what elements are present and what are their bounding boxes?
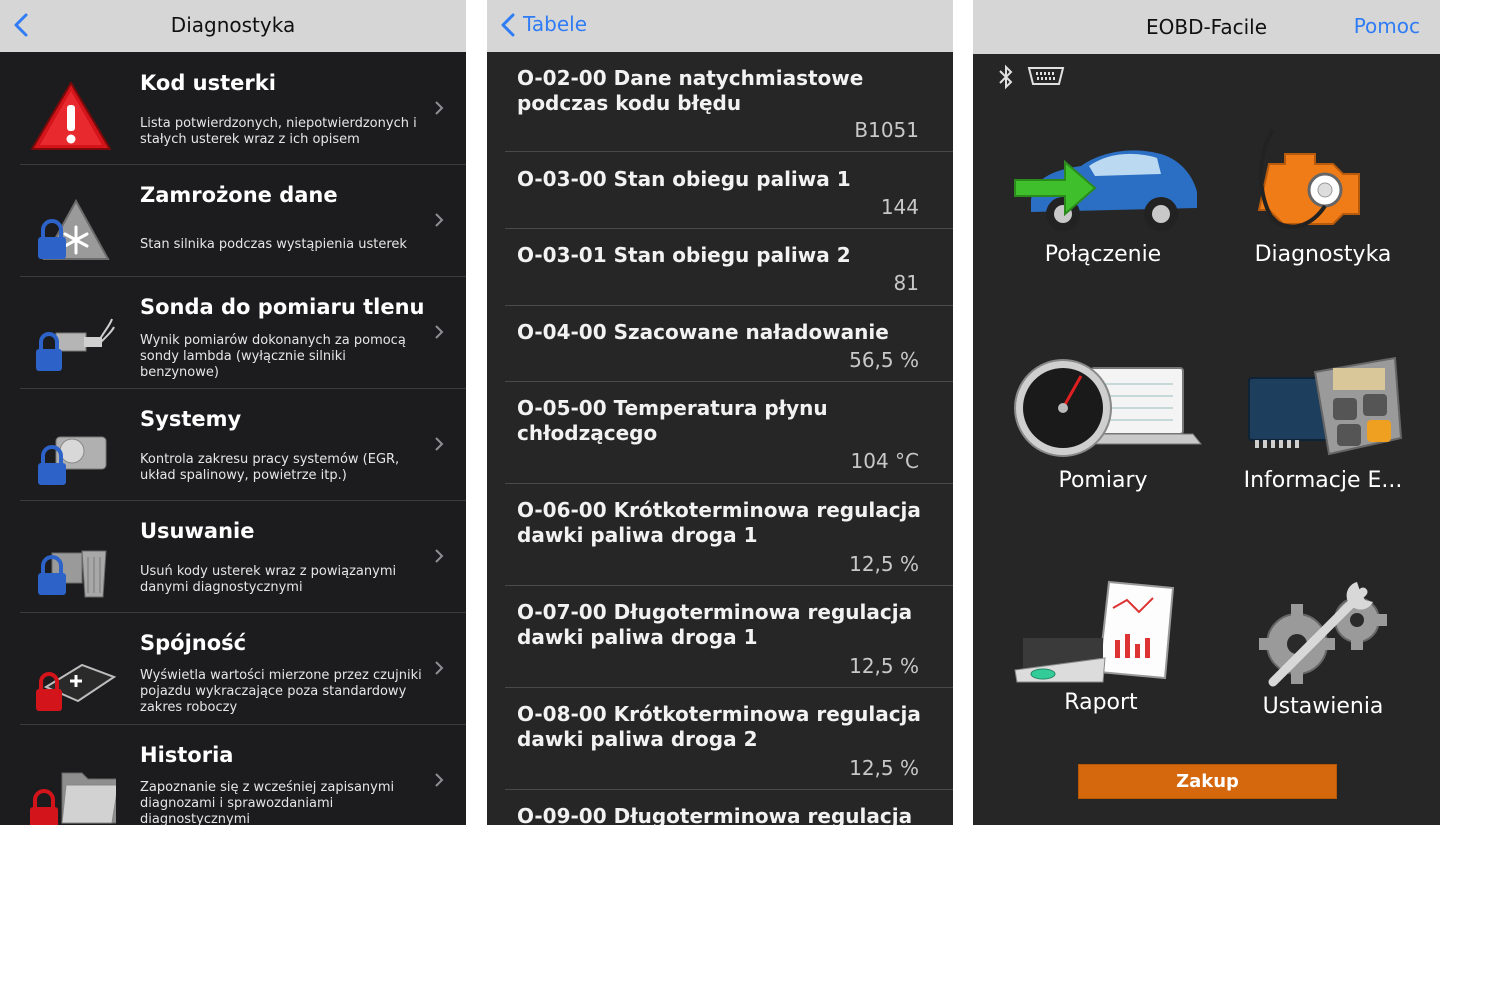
table-row[interactable]: O-05-00 Temperatura płynu chłodzącego 10… [487,382,953,484]
row-title: O-04-00 Szacowane naładowanie [517,320,889,344]
row-value: 12,5 % [849,654,919,678]
item-title: Sonda do pomiaru tlenu [140,295,425,319]
back-button[interactable]: Tabele [523,0,587,48]
row-title: O-03-00 Stan obiegu paliwa 1 [517,167,851,191]
item-description: Kontrola zakresu pracy systemów (EGR, uk… [140,452,400,483]
nav-bar: EOBD-Facile Pomoc [973,0,1440,54]
list-item-fault-code[interactable]: Kod usterki Lista potwierdzonych, niepot… [0,53,466,165]
list-item-consistency[interactable]: Spójność Wyświetla wartości mierzone prz… [0,613,466,725]
chevron-right-icon [435,549,444,563]
history-folder-icon [30,772,116,825]
row-value: 12,5 % [849,552,919,576]
list-item-oxygen-sensor[interactable]: Sonda do pomiaru tlenu Wynik pomiarów do… [0,277,466,389]
tile-label: Pomiary [1058,468,1148,493]
row-title: O-08-00 Krótkoterminowa regulacja dawki … [517,702,921,751]
item-title: Kod usterki [140,71,276,95]
tile-report[interactable]: Raport [1001,572,1201,722]
tile-label: Diagnostyka [1254,242,1392,267]
row-value: 144 [880,195,919,219]
tile-connection[interactable]: Połączenie [1003,120,1203,280]
table-row[interactable]: O-02-00 Dane natychmiastowe podczas kodu… [487,52,953,152]
row-value: 81 [893,271,919,295]
divider [505,151,953,152]
item-title: Systemy [140,407,242,431]
table-row[interactable]: O-03-00 Stan obiegu paliwa 1 144 [487,153,953,229]
tile-label: Połączenie [1044,242,1162,267]
warning-icon [31,82,111,150]
row-title: O-03-01 Stan obiegu paliwa 2 [517,243,851,267]
tile-ecu-info[interactable]: Informacje E... [1223,350,1423,510]
chevron-right-icon [435,661,444,675]
tables-screen: Tabele O-02-00 Dane natychmiastowe podcz… [487,0,953,825]
item-description: Lista potwierdzonych, niepotwierdzonych … [140,116,417,147]
tile-measurements[interactable]: Pomiary [1003,350,1203,510]
item-description: Wyświetla wartości mierzone przez czujni… [140,668,422,715]
ecu-calculator-icon [1248,356,1403,456]
chevron-right-icon [435,325,444,339]
list-item-history[interactable]: Historia Zapoznanie się z wcześniej zapi… [0,725,466,825]
tile-label: Informacje E... [1243,468,1403,493]
obd-connector-icon [1027,67,1065,85]
oxygen-sensor-icon [36,318,115,371]
table-row[interactable]: O-09-00 Długoterminowa regulacja [487,790,953,825]
tile-diagnostics[interactable]: Diagnostyka [1223,120,1423,280]
item-description: Wynik pomiarów dokonanych za pomocą sond… [140,333,406,380]
table-row[interactable]: O-03-01 Stan obiegu paliwa 2 81 [487,229,953,306]
bluetooth-icon [999,64,1013,90]
engine-diagnostic-icon [1257,128,1360,229]
row-title: O-02-00 Dane natychmiastowe podczas kodu… [517,66,864,115]
item-title: Spójność [140,631,247,655]
table-row[interactable]: O-08-00 Krótkoterminowa regulacja dawki … [487,688,953,790]
table-row[interactable]: O-04-00 Szacowane naładowanie 56,5 % [487,306,953,382]
item-title: Usuwanie [140,519,255,543]
help-button[interactable]: Pomoc [1354,0,1420,52]
systems-icon [38,436,107,485]
row-value: 104 °C [850,449,920,473]
chevron-right-icon [435,437,444,451]
nav-bar: Diagnostyka [0,0,466,52]
item-description: Zapoznanie się z wcześniej zapisanymi di… [140,780,395,825]
clear-codes-icon [38,550,107,598]
chevron-right-icon [435,213,444,227]
row-value: 12,5 % [849,756,919,780]
table-row[interactable]: O-06-00 Krótkoterminowa regulacja dawki … [487,484,953,586]
item-title: Historia [140,743,234,767]
list-item-systems[interactable]: Systemy Kontrola zakresu pracy systemów … [0,389,466,501]
table-row[interactable]: O-07-00 Długoterminowa regulacja dawki p… [487,586,953,688]
freeze-frame-icon [38,198,110,260]
row-title: O-09-00 Długoterminowa regulacja [517,804,913,825]
gears-wrench-icon [1259,582,1387,687]
item-description: Stan silnika podczas wystąpienia usterek [140,237,407,252]
row-value: B1051 [854,118,919,142]
list-item-clear-codes[interactable]: Usuwanie Usuń kody usterek wraz z powiąz… [0,501,466,613]
row-title: O-06-00 Krótkoterminowa regulacja dawki … [517,498,921,547]
diagnostics-screen: Diagnostyka Kod usterki Lista potwierdzo… [0,0,466,825]
item-description: Usuń kody usterek wraz z powiązanymi dan… [140,564,397,595]
consistency-icon [36,663,116,711]
item-title: Zamrożone dane [140,183,338,207]
printer-report-icon [1014,580,1175,683]
page-title: Diagnostyka [170,13,296,37]
home-screen: EOBD-Facile Pomoc Połączenie Diagnostyka [973,0,1440,825]
chevron-right-icon [435,773,444,787]
gauge-laptop-icon [1014,359,1203,457]
back-chevron-icon[interactable] [497,12,521,38]
car-connection-icon [1014,150,1197,231]
chevron-right-icon [435,101,444,115]
row-title: O-07-00 Długoterminowa regulacja dawki p… [517,600,913,649]
row-title: O-05-00 Temperatura płynu chłodzącego [517,396,828,445]
tile-settings[interactable]: Ustawienia [1223,572,1423,722]
nav-bar: Tabele [487,0,953,52]
buy-button[interactable]: Zakup [1078,764,1337,799]
row-value: 56,5 % [849,348,919,372]
tile-label: Raport [1064,690,1138,715]
tile-label: Ustawienia [1262,694,1384,719]
list-item-freeze-frame[interactable]: Zamrożone dane Stan silnika podczas wyst… [0,165,466,277]
